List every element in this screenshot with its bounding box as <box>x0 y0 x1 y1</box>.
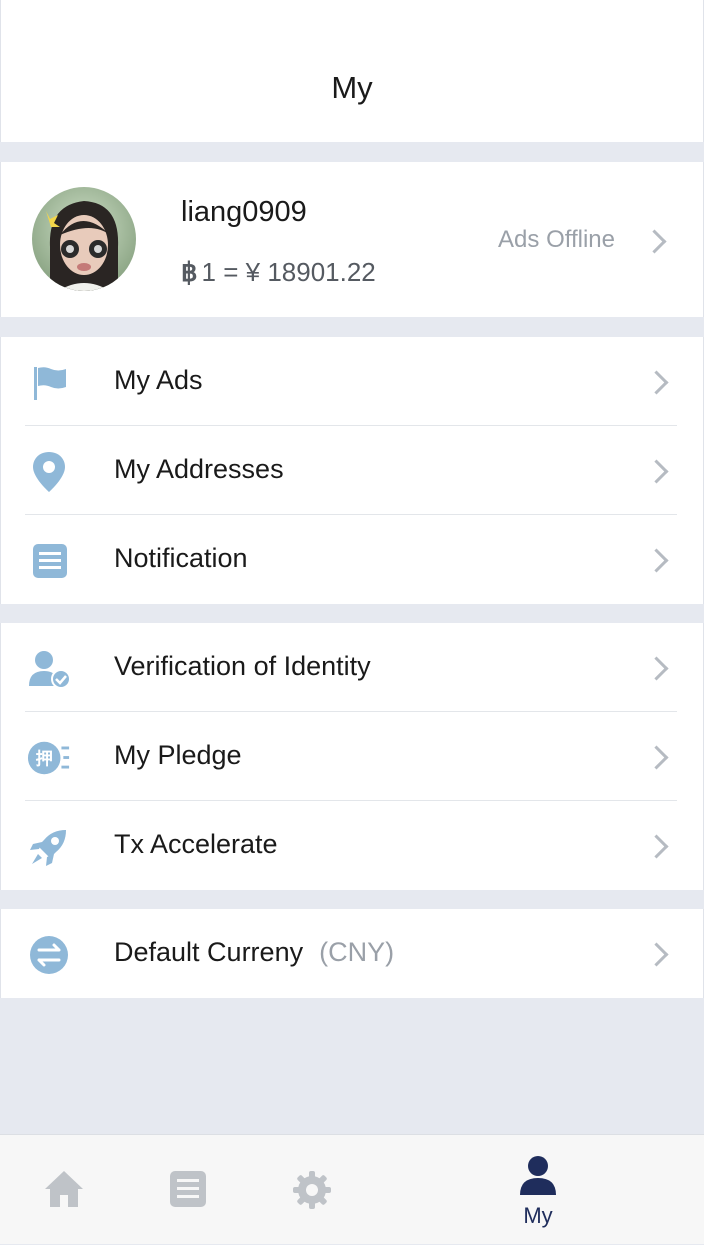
menu-item-label: Notification <box>114 543 248 573</box>
document-list-icon <box>27 539 71 583</box>
tab-home[interactable] <box>14 1135 114 1245</box>
currency-label: Default Curreny <box>114 937 304 967</box>
tab-my[interactable]: My <box>488 1135 588 1245</box>
chevron-right-icon <box>642 229 667 254</box>
chevron-right-icon <box>644 370 669 395</box>
currency-value: (CNY) <box>319 937 395 967</box>
menu-item-default-currency[interactable]: Default Curreny (CNY) <box>1 909 703 998</box>
menu-item-notification[interactable]: Notification <box>1 515 703 604</box>
menu-item-label: My Ads <box>114 365 203 395</box>
page-title: My <box>331 70 373 105</box>
chevron-right-icon <box>644 548 669 573</box>
tab-list[interactable] <box>138 1135 238 1245</box>
tab-label: My <box>523 1203 553 1228</box>
username: liang0909 <box>181 196 307 228</box>
exchange-icon <box>27 933 71 977</box>
menu-item-my-ads[interactable]: My Ads <box>1 337 703 426</box>
menu-item-verification[interactable]: Verification of Identity <box>1 623 703 712</box>
pledge-icon: 押 <box>27 736 71 780</box>
chevron-right-icon <box>644 656 669 681</box>
menu-item-label: My Addresses <box>114 454 284 484</box>
profile-card[interactable]: liang0909 ฿ 1 = ¥ 18901.22 Ads Offline <box>0 162 704 317</box>
pledge-icon-text: 押 <box>36 749 53 770</box>
menu-item-tx-accelerate[interactable]: Tx Accelerate <box>1 801 703 890</box>
menu-group-1: My Ads My Addresses Notification <box>0 337 704 604</box>
chevron-right-icon <box>644 834 669 859</box>
exchange-rate-text: 1 = ¥ 18901.22 <box>201 257 376 287</box>
user-icon <box>519 1155 557 1200</box>
menu-item-label: Default Curreny (CNY) <box>114 937 394 968</box>
menu-item-label: Tx Accelerate <box>114 829 278 859</box>
ads-status: Ads Offline <box>498 226 615 253</box>
menu-item-label: Verification of Identity <box>114 651 371 681</box>
tab-settings[interactable] <box>262 1135 362 1245</box>
avatar[interactable] <box>32 187 136 291</box>
location-pin-icon <box>27 450 71 494</box>
flag-icon <box>27 361 71 405</box>
gear-icon <box>292 1170 332 1215</box>
chevron-right-icon <box>644 745 669 770</box>
menu-group-2: Verification of Identity 押 My Pledge Tx … <box>0 623 704 890</box>
user-verified-icon <box>27 647 71 691</box>
list-icon <box>169 1170 207 1213</box>
menu-item-my-addresses[interactable]: My Addresses <box>1 426 703 515</box>
bottom-tab-bar: My <box>0 1134 704 1244</box>
menu-item-label: My Pledge <box>114 740 242 770</box>
bitcoin-icon: ฿ <box>181 257 198 287</box>
rocket-icon <box>27 825 71 869</box>
top-header: My <box>0 0 704 142</box>
home-icon <box>43 1169 85 1214</box>
chevron-right-icon <box>644 459 669 484</box>
menu-group-3: Default Curreny (CNY) <box>0 909 704 998</box>
menu-item-my-pledge[interactable]: 押 My Pledge <box>1 712 703 801</box>
chevron-right-icon <box>644 942 669 967</box>
exchange-rate: ฿ 1 = ¥ 18901.22 <box>181 257 376 288</box>
